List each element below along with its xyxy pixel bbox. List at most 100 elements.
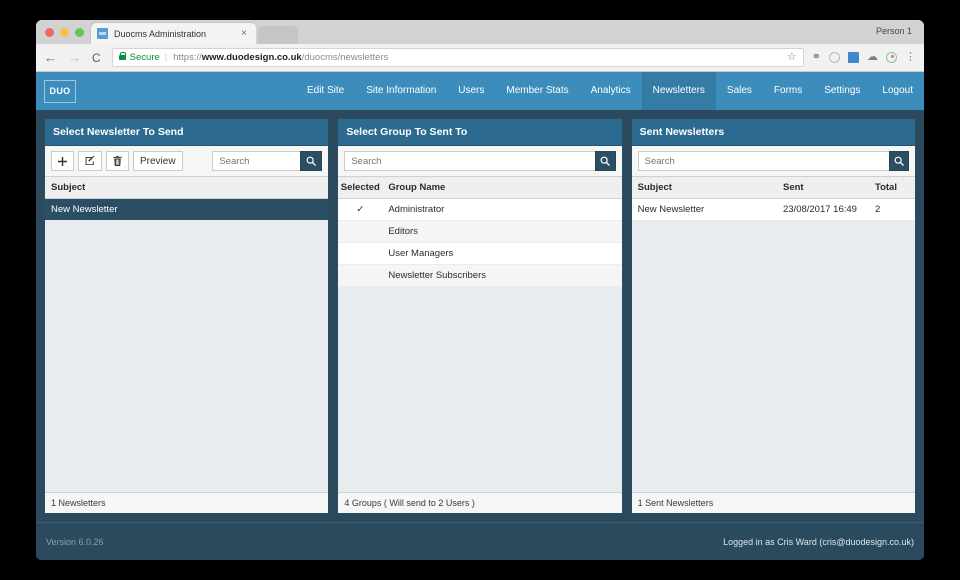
search-button-sent[interactable] xyxy=(888,151,909,171)
browser-tab-active[interactable]: Duocms Administration × xyxy=(91,23,256,44)
cell-selected-check[interactable] xyxy=(338,226,382,237)
search-icon xyxy=(601,156,611,166)
panel-right-title: Sent Newsletters xyxy=(631,119,915,146)
nav-item-analytics[interactable]: Analytics xyxy=(580,72,642,110)
search-button-groups[interactable] xyxy=(595,151,616,171)
url-divider: | xyxy=(164,52,168,63)
panel-right-table-header: Subject Sent Total xyxy=(631,177,915,199)
browser-menu-icon[interactable]: ⋮ xyxy=(905,52,916,63)
search-input-sent[interactable] xyxy=(637,151,889,171)
search-icon xyxy=(306,156,317,166)
panel-middle-toolbar xyxy=(338,146,622,177)
cell-total: 2 xyxy=(874,204,881,215)
table-row[interactable]: ✓ Administrator xyxy=(338,199,622,221)
panel-left-search xyxy=(212,151,323,171)
navigation-buttons: ← → C xyxy=(44,51,101,65)
window-controls xyxy=(45,28,84,37)
delete-newsletter-button[interactable] xyxy=(106,151,129,171)
circle-extension-icon[interactable] xyxy=(829,52,840,63)
main-menu: Edit Site Site Information Users Member Sta… xyxy=(296,72,924,110)
address-bar[interactable]: Secure | https:// www.duodesign.co.uk /d… xyxy=(111,48,804,67)
search-button-newsletters[interactable] xyxy=(300,151,323,171)
panel-left-table-header: Subject xyxy=(45,177,329,199)
cloud-icon[interactable]: ☁ xyxy=(867,52,878,63)
panel-left-title: Select Newsletter To Send xyxy=(45,119,329,146)
secure-label: Secure xyxy=(129,52,160,63)
url-path: /duocms/newsletters xyxy=(301,52,389,63)
cell-selected-check[interactable]: ✓ xyxy=(338,204,382,215)
nav-item-edit-site[interactable]: Edit Site xyxy=(296,72,355,110)
panel-right-table-body: New Newsletter 23/08/2017 16:49 2 xyxy=(631,199,915,492)
table-row[interactable]: User Managers xyxy=(338,243,622,265)
search-input-newsletters[interactable] xyxy=(212,151,301,171)
blue-extension-icon[interactable] xyxy=(848,52,859,63)
history-clock-icon[interactable]: ⚭ xyxy=(812,52,821,63)
panel-select-group: Select Group To Sent To Selected xyxy=(337,118,623,514)
column-header-group-name: Group Name xyxy=(388,182,446,193)
application-area: DUO Edit Site Site Information Users Member… xyxy=(36,72,924,560)
nav-item-newsletters[interactable]: Newsletters xyxy=(641,72,716,110)
panel-middle-table-header: Selected Group Name xyxy=(338,177,622,199)
nav-item-forms[interactable]: Forms xyxy=(763,72,813,110)
column-header-selected: Selected xyxy=(340,182,380,193)
cell-selected-check[interactable] xyxy=(338,248,382,259)
close-window-button[interactable] xyxy=(45,28,54,37)
nav-item-settings[interactable]: Settings xyxy=(813,72,871,110)
panel-sent-newsletters: Sent Newsletters Subject Sen xyxy=(630,118,916,514)
edit-newsletter-button[interactable] xyxy=(78,151,102,171)
top-navigation: DUO Edit Site Site Information Users Member… xyxy=(36,72,924,110)
cell-subject: New Newsletter xyxy=(51,204,118,215)
panel-middle-search xyxy=(344,151,616,171)
plus-icon xyxy=(58,156,67,166)
panel-right-search xyxy=(637,151,909,171)
cell-group-name: Administrator xyxy=(388,204,445,215)
trash-icon xyxy=(113,156,122,166)
maximize-window-button[interactable] xyxy=(75,28,84,37)
reload-icon[interactable]: C xyxy=(92,51,101,65)
browser-window: Duocms Administration × Person 1 ← → C S… xyxy=(36,20,924,560)
cell-selected-check[interactable] xyxy=(338,270,382,281)
cell-group-name: Editors xyxy=(388,226,418,237)
panel-middle-footer: 4 Groups ( Will send to 2 Users ) xyxy=(338,492,622,513)
table-row[interactable]: Newsletter Subscribers xyxy=(338,265,622,287)
table-row[interactable]: Editors xyxy=(338,221,622,243)
back-icon[interactable]: ← xyxy=(44,51,57,64)
column-header-subject: Subject xyxy=(637,182,672,193)
minimize-window-button[interactable] xyxy=(60,28,69,37)
table-row[interactable]: New Newsletter 23/08/2017 16:49 2 xyxy=(631,199,915,221)
nav-item-sales[interactable]: Sales xyxy=(716,72,763,110)
duo-logo[interactable]: DUO xyxy=(44,79,76,103)
panel-select-newsletter: Select Newsletter To Send Preview Search… xyxy=(44,118,330,514)
application-footer: Version 6.0.26 Logged in as Cris Ward (c… xyxy=(36,522,924,560)
extension-icons: ⚭ ☁ ⋮ xyxy=(812,52,916,63)
nav-item-site-information[interactable]: Site Information xyxy=(355,72,447,110)
profile-label[interactable]: Person 1 xyxy=(876,26,912,36)
nav-item-logout[interactable]: Logout xyxy=(871,72,924,110)
close-tab-icon[interactable]: × xyxy=(238,28,250,39)
panel-left-footer: 1 Newsletters xyxy=(45,492,329,513)
search-input-groups[interactable] xyxy=(344,151,596,171)
column-header-subject: Subject xyxy=(51,182,86,193)
forward-icon[interactable]: → xyxy=(68,51,81,64)
cell-subject: New Newsletter xyxy=(637,204,705,215)
panel-middle-title: Select Group To Sent To xyxy=(338,119,622,146)
bookmark-star-icon[interactable]: ☆ xyxy=(787,52,797,63)
cell-group-name: Newsletter Subscribers xyxy=(388,270,486,281)
nav-item-member-stats[interactable]: Member Stats xyxy=(495,72,579,110)
nav-item-users[interactable]: Users xyxy=(447,72,495,110)
panel-right-footer: 1 Sent Newsletters xyxy=(631,492,915,513)
panel-left-toolbar: Preview xyxy=(45,146,329,177)
browser-toolbar: ← → C Secure | https:// www.duodesign.co… xyxy=(36,44,924,72)
panel-left-table-body: New Newsletter xyxy=(45,199,329,492)
preview-button[interactable]: Preview xyxy=(133,151,183,171)
add-newsletter-button[interactable] xyxy=(51,151,74,171)
panel-right-toolbar xyxy=(631,146,915,177)
tab-title: Duocms Administration xyxy=(114,28,207,39)
new-tab-button[interactable] xyxy=(258,26,298,44)
search-icon xyxy=(894,156,904,166)
lock-icon xyxy=(118,52,127,60)
panels-container: Select Newsletter To Send Preview Search… xyxy=(36,110,924,522)
table-row[interactable]: New Newsletter xyxy=(45,199,329,221)
green-extension-icon[interactable] xyxy=(886,52,897,63)
favicon-icon xyxy=(97,28,108,39)
